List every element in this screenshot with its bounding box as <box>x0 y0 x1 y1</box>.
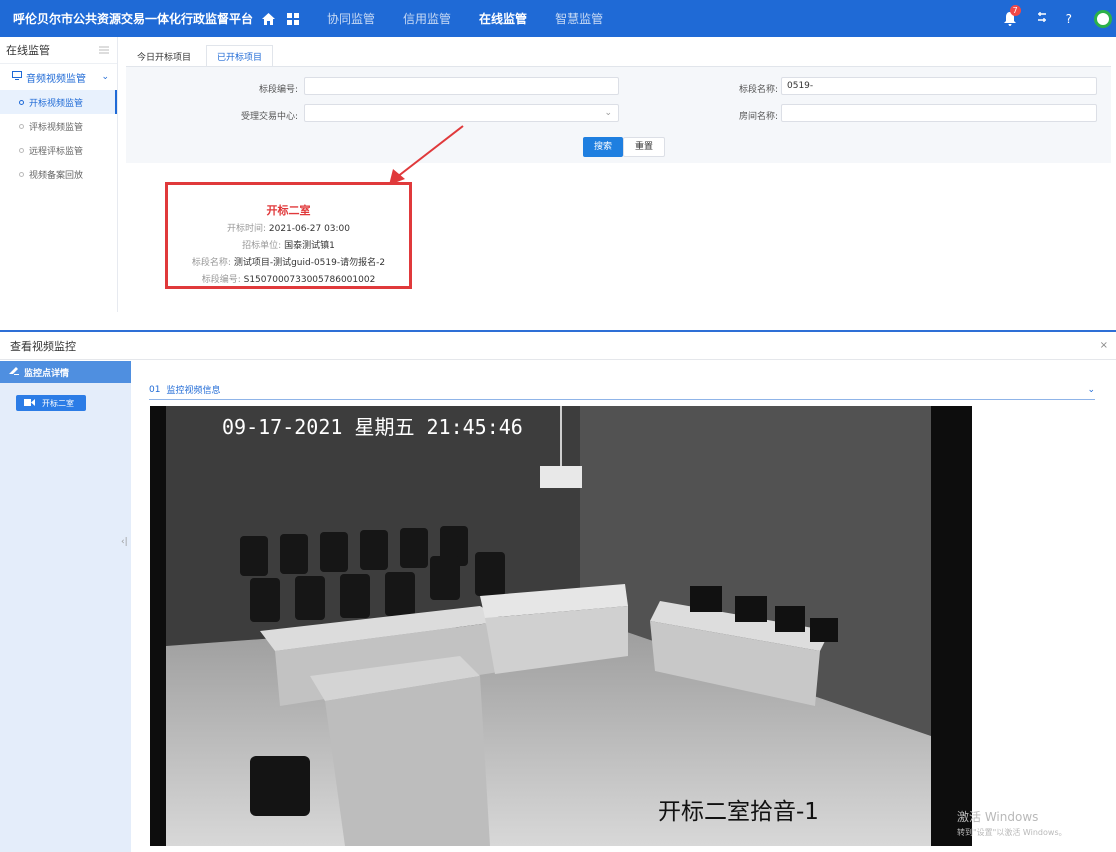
home-icon[interactable] <box>261 12 275 26</box>
tab-today-projects[interactable]: 今日开标项目 <box>126 45 202 67</box>
video-timestamp: 09-17-2021 星期五 21:45:46 <box>222 415 523 439</box>
video-camera-icon <box>24 398 35 408</box>
sidebar-group-av-monitor[interactable]: 音频视频监管 ⌄ <box>0 64 117 90</box>
section-no-input[interactable] <box>304 77 619 95</box>
left-sidebar: 在线监管 音频视频监管 ⌄ 开标视频监管 评标视频监管 远程评标监管 视频备案回 <box>0 37 118 312</box>
red-arrow-annotation <box>389 125 464 185</box>
nav-item-online[interactable]: 在线监管 <box>479 10 527 27</box>
room-name-label: 房间名称: <box>738 112 778 122</box>
section-name-label: 标段名称: <box>738 85 778 95</box>
collapse-sidebar-icon[interactable]: ‹| <box>121 537 128 547</box>
dialog-header: 查看视频监控 × <box>0 332 1116 360</box>
sidebar-item-evaluation-video[interactable]: 评标视频监管 <box>0 114 117 138</box>
popup-section-no: 标段编号: S1507000733005786001002 <box>168 272 409 285</box>
trading-center-select[interactable]: ⌄ <box>304 104 619 122</box>
nav-item-smart[interactable]: 智慧监管 <box>555 10 603 27</box>
popup-row-value: S1507000733005786001002 <box>243 275 376 285</box>
room-info-popup[interactable]: 开标二室 开标时间: 2021-06-27 03:00 招标单位: 国泰测试镇1… <box>165 182 412 289</box>
close-icon[interactable]: × <box>1100 340 1108 351</box>
sidebar-group-label: 音频视频监管 <box>26 73 86 85</box>
notification-badge: 7 <box>1009 4 1021 16</box>
search-form: 标段编号: 标段名称: 0519- 受理交易中心: ⌄ 房间名称: 搜索 重置 <box>126 67 1111 163</box>
sidebar-title: 在线监管 <box>6 44 50 57</box>
popup-row-value: 测试项目-测试guid-0519-请勿报名-2 <box>233 258 386 268</box>
watermark-line2: 转到"设置"以激活 Windows。 <box>957 828 1067 837</box>
bullet-icon <box>19 171 24 177</box>
reset-button[interactable]: 重置 <box>623 137 666 157</box>
popup-section-name: 标段名称: 测试项目-测试guid-0519-请勿报名-2 <box>168 255 409 268</box>
video-section-header[interactable]: 01 监控视频信息 ⌄ <box>149 380 1095 400</box>
sidebar-item-bid-opening-video[interactable]: 开标视频监管 <box>0 90 117 114</box>
camera-item-label: 开标二室 <box>42 398 74 408</box>
monitor-point-sidebar: 监控点详情 开标二室 ‹| <box>0 361 131 852</box>
video-monitor-dialog: 查看视频监控 × 监控点详情 开标二室 ‹| 01 监控视频信息 ⌄ 09-17… <box>0 330 1116 852</box>
bullet-icon <box>19 123 24 129</box>
top-navbar: 呼伦贝尔市公共资源交易一体化行政监督平台 协同监管 信用监管 在线监管 智慧监管… <box>0 0 1116 37</box>
camera-item-room2[interactable]: 开标二室 <box>16 395 86 411</box>
bell-icon[interactable]: 7 <box>1003 4 1021 26</box>
section-number: 01 <box>149 384 161 395</box>
popup-tender-unit: 招标单位: 国泰测试镇1 <box>168 238 409 251</box>
sidebar-item-label: 开标视频监管 <box>29 98 84 109</box>
sidebar-item-label: 评标视频监管 <box>29 122 84 133</box>
chevron-down-icon: ⌄ <box>101 72 109 82</box>
apps-grid-icon[interactable] <box>287 12 300 25</box>
top-nav: 协同监管 信用监管 在线监管 智慧监管 <box>327 10 603 27</box>
popup-row-label: 招标单位: <box>242 241 282 251</box>
section-name-input[interactable]: 0519- <box>781 77 1097 95</box>
monitor-point-title: 监控点详情 <box>24 368 70 379</box>
bullet-icon <box>19 147 24 153</box>
sidebar-item-remote-evaluation[interactable]: 远程评标监管 <box>0 138 117 162</box>
popup-row-value: 国泰测试镇1 <box>284 241 335 251</box>
nav-item-credit[interactable]: 信用监管 <box>403 10 451 27</box>
top-right-tools: 7 ? <box>1003 0 1116 37</box>
windows-activation-watermark: 激活 Windows 转到"设置"以激活 Windows。 <box>957 808 1067 838</box>
popup-row-label: 开标时间: <box>226 224 267 234</box>
section-no-label: 标段编号: <box>258 85 298 95</box>
dialog-title: 查看视频监控 <box>10 339 76 353</box>
popup-row-label: 标段名称: <box>191 258 231 268</box>
settings-icon[interactable] <box>1036 11 1048 26</box>
trading-center-label: 受理交易中心: <box>240 112 298 122</box>
watermark-line1: 激活 Windows <box>957 810 1039 824</box>
project-tabs: 今日开标项目 已开标项目 <box>126 45 274 67</box>
popup-room-title: 开标二室 <box>266 204 311 217</box>
main-app-window: 呼伦贝尔市公共资源交易一体化行政监督平台 协同监管 信用监管 在线监管 智慧监管… <box>0 0 1116 312</box>
help-icon[interactable]: ? <box>1066 12 1072 26</box>
video-camera-label: 开标二室拾音-1 <box>658 799 819 825</box>
room-name-input[interactable] <box>781 104 1097 122</box>
video-frame <box>150 406 972 846</box>
bullet-icon <box>19 99 24 105</box>
sidebar-item-label: 视频备案回放 <box>29 170 84 181</box>
chevron-down-icon: ⌄ <box>1087 384 1095 395</box>
monitor-point-header: 监控点详情 <box>0 361 131 383</box>
section-title: 监控视频信息 <box>166 386 221 396</box>
search-button[interactable]: 搜索 <box>583 137 624 157</box>
popup-open-time: 开标时间: 2021-06-27 03:00 <box>168 221 409 234</box>
tab-opened-projects[interactable]: 已开标项目 <box>206 45 274 67</box>
monitor-icon <box>12 71 22 83</box>
nav-item-cooperative[interactable]: 协同监管 <box>327 10 375 27</box>
popup-row-value: 2021-06-27 03:00 <box>268 224 351 234</box>
menu-toggle-icon[interactable] <box>99 44 109 57</box>
user-avatar[interactable] <box>1094 9 1112 28</box>
popup-row-label: 标段编号: <box>201 275 241 285</box>
pen-icon <box>8 366 19 378</box>
video-player[interactable]: 09-17-2021 星期五 21:45:46 开标二室拾音-1 <box>150 406 972 846</box>
app-title: 呼伦贝尔市公共资源交易一体化行政监督平台 <box>13 12 254 26</box>
sidebar-item-video-playback[interactable]: 视频备案回放 <box>0 162 117 186</box>
sidebar-item-label: 远程评标监管 <box>29 146 84 157</box>
chevron-down-icon: ⌄ <box>604 108 612 118</box>
sidebar-header: 在线监管 <box>0 37 117 64</box>
